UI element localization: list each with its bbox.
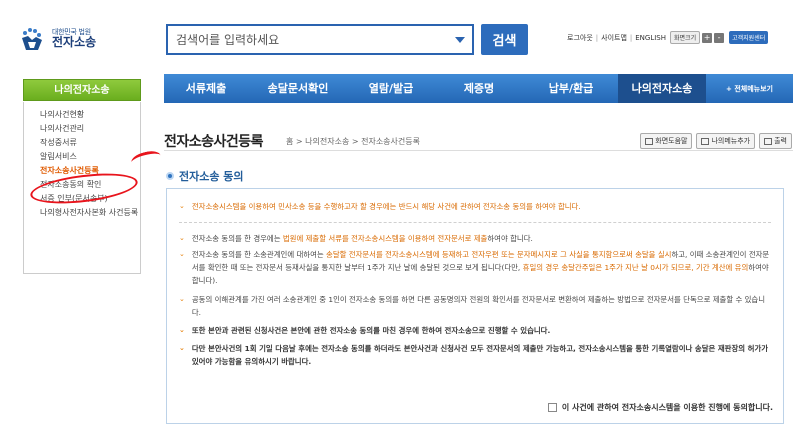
chevron-down-icon: ⌄ [179, 202, 185, 210]
sidebar-item-criminal-case[interactable]: 나의형사전자사본화 사건등록 [40, 207, 140, 231]
print-icon [764, 137, 773, 145]
logout-link[interactable]: 로그아웃 [567, 33, 593, 43]
highlight-text: 휴일의 경우 송달간주일은 1주가 지난 날 0시가 되므로, 기간 계산에 유… [522, 263, 749, 272]
chevron-down-icon: ⌄ [179, 344, 185, 352]
highlight-text: 송달할 전자문서를 전자소송시스템에 등재하고 전자우편 또는 문자메시지로 그… [326, 250, 672, 259]
bookmark-icon [701, 137, 710, 145]
text: 전자소송 동의를 한 경우에는 [191, 234, 283, 243]
highlight-text: 법원에 제출할 서류를 전자소송시스템을 이용하여 전자문서로 제출 [282, 234, 488, 243]
nav-item-view-issue[interactable]: 열람/발급 [348, 74, 434, 103]
main-nav: 서류제출 송달문서확인 열람/발급 제증명 납부/환급 나의전자소송 + 전체메… [164, 74, 793, 103]
sidebar-item-case-management[interactable]: 나의사건관리 [40, 122, 140, 136]
consent-label[interactable]: 이 사건에 관하여 전자소송시스템을 이용한 진행에 동의합니다. [562, 402, 773, 413]
chevron-down-icon: ⌄ [179, 234, 185, 242]
notice-item: ⌄ 다만 본안사건의 1회 기일 다음날 후에는 전자소송 동의를 하더라도 본안… [179, 342, 771, 368]
text: 전자소송 동의를 한 소송관계인에 대하여는 [191, 250, 327, 259]
sidebar-item-drafts[interactable]: 작성중서류 [40, 136, 140, 150]
nav-item-payment-refund[interactable]: 납부/환급 [524, 74, 618, 103]
court-emblem-icon [18, 26, 46, 52]
search-placeholder: 검색어를 입력하세요 [176, 33, 280, 47]
bullet-icon [166, 172, 174, 180]
add-menu-label: 나의메뉴추가 [711, 137, 751, 145]
font-size-minus-button[interactable]: - [714, 32, 725, 43]
sitemap-link[interactable]: 사이트맵 [601, 33, 627, 43]
notice-item: ⌄ 전자소송 동의를 한 경우에는 법원에 제출할 서류를 전자소송시스템을 이용… [179, 232, 771, 245]
all-menu-button[interactable]: + 전체메뉴보기 [706, 84, 793, 94]
search-button[interactable]: 검색 [481, 24, 528, 55]
customer-center-button[interactable]: 고객지원센터 [729, 31, 769, 44]
chevron-down-icon: ⌄ [179, 250, 185, 258]
notice-item: ⌄ 또한 본안과 관련된 신청사건은 본안에 관한 전자소송 동의를 마친 경우에… [179, 324, 771, 337]
print-button[interactable]: 출력 [759, 133, 792, 149]
notice-text: 공동의 이해관계를 가진 여러 소송관계인 중 1인이 전자소송 동의를 하면 … [191, 295, 766, 317]
nav-item-my-e-litigation[interactable]: 나의전자소송 [618, 74, 706, 103]
font-size-label: 화면크기 [670, 31, 701, 44]
logo-title: 전자소송 [52, 35, 97, 50]
help-label: 화면도움말 [655, 137, 688, 145]
notice-text: 전자소송 동의를 한 소송관계인에 대하여는 송달할 전자문서를 전자소송시스템… [192, 248, 771, 287]
page-title: 전자소송사건등록 [164, 134, 264, 150]
sidebar-item-notifications[interactable]: 알림서비스 [40, 150, 140, 164]
help-button[interactable]: 화면도움말 [640, 133, 693, 149]
breadcrumb: 홈 > 나의전자소송 > 전자소송사건등록 [286, 137, 420, 146]
add-my-menu-button[interactable]: 나의메뉴추가 [696, 133, 756, 149]
text: 하여야 합니다. [487, 234, 533, 243]
section-title-text: 전자소송 동의 [179, 170, 244, 183]
sidebar-item-case-status[interactable]: 나의사건현황 [40, 108, 140, 122]
page-tools: 화면도움말 나의메뉴추가 출력 [640, 133, 792, 149]
notice-item: ⌄ 공동의 이해관계를 가진 여러 소송관계인 중 1인이 전자소송 동의를 하면… [179, 293, 771, 319]
title-divider [164, 150, 793, 151]
search-input[interactable]: 검색어를 입력하세요 [166, 24, 474, 55]
notice-text: 또한 본안과 관련된 신청사건은 본안에 관한 전자소송 동의를 마친 경우에 … [191, 326, 551, 335]
font-size-plus-button[interactable]: + [702, 32, 713, 43]
dropdown-arrow-icon[interactable] [455, 36, 465, 43]
notice-item: ⌄ 전자소송 동의를 한 소송관계인에 대하여는 송달할 전자문서를 전자소송시스… [179, 248, 771, 287]
utility-links: 로그아웃 | 사이트맵 | ENGLISH 화면크기 + - 고객지원센터 [567, 31, 769, 44]
nav-item-delivery-check[interactable]: 송달문서확인 [248, 74, 348, 103]
section-title: 전자소송 동의 [166, 168, 244, 184]
consent-checkbox-row[interactable]: 이 사건에 관하여 전자소송시스템을 이용한 진행에 동의합니다. [547, 402, 773, 413]
notice-text: 다만 본안사건의 1회 기일 다음날 후에는 전자소송 동의를 하더라도 본안사… [191, 344, 769, 366]
notice-item: ⌄ 전자소송시스템을 이용하여 민사소송 등을 수행하고자 할 경우에는 반드시 … [179, 200, 771, 213]
notice-text: 전자소송시스템을 이용하여 민사소송 등을 수행하고자 할 경우에는 반드시 해… [191, 202, 581, 211]
consent-box: ⌄ 전자소송시스템을 이용하여 민사소송 등을 수행하고자 할 경우에는 반드시 … [166, 188, 784, 424]
header: 대한민국 법원 전자소송 검색어를 입력하세요 검색 로그아웃 | 사이트맵 | E… [0, 0, 800, 68]
sidebar-title: 나의전자소송 [23, 79, 141, 101]
court-logo[interactable]: 대한민국 법원 전자소송 [18, 26, 96, 52]
nav-item-certificate[interactable]: 제증명 [434, 74, 524, 103]
nav-item-document-submit[interactable]: 서류제출 [164, 74, 248, 103]
print-label: 출력 [774, 137, 787, 145]
divider [179, 222, 771, 223]
chevron-down-icon: ⌄ [179, 326, 185, 334]
notice-text: 전자소송 동의를 한 경우에는 법원에 제출할 서류를 전자소송시스템을 이용하… [192, 232, 533, 245]
consent-checkbox[interactable] [547, 403, 557, 412]
help-icon [645, 137, 654, 145]
chevron-down-icon: ⌄ [179, 295, 185, 303]
english-link[interactable]: ENGLISH [635, 34, 666, 42]
